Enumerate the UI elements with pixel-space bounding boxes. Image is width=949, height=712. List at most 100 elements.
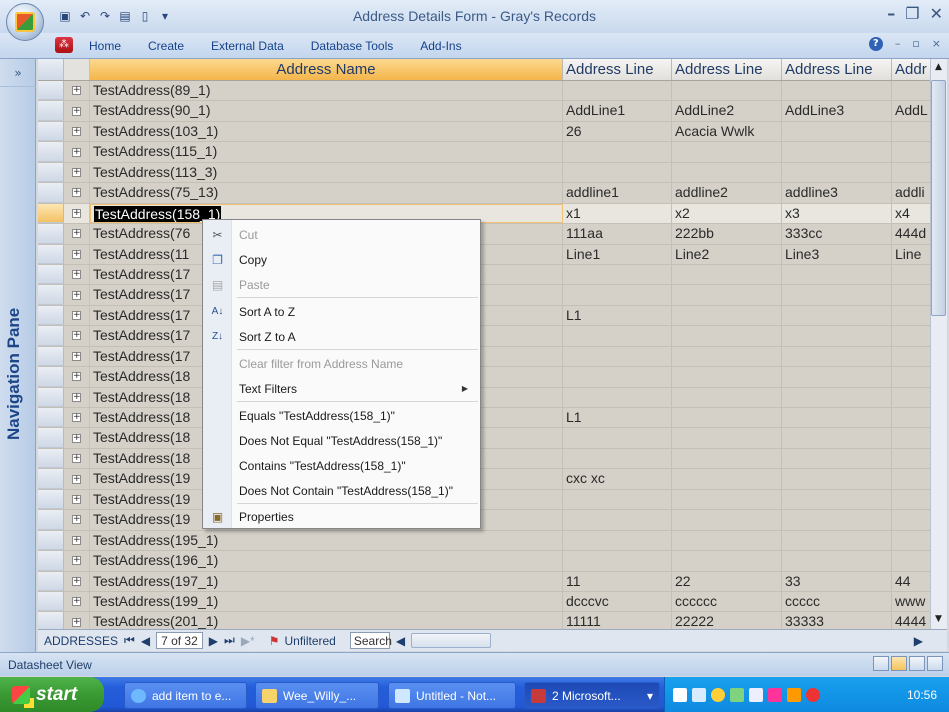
table-row[interactable]: + TestAddress(17 [38, 285, 930, 306]
form-view-icon[interactable] [873, 656, 889, 671]
table-row[interactable]: + TestAddress(17 [38, 346, 930, 368]
expand-subdatasheet-button[interactable]: + [64, 162, 90, 183]
cell-address-line-3[interactable] [782, 489, 892, 510]
record-selector[interactable] [38, 121, 64, 142]
cell-address-line-4[interactable] [892, 306, 930, 325]
cell-address-line-2[interactable] [672, 469, 782, 489]
record-selector[interactable] [38, 448, 64, 469]
expand-subdatasheet-button[interactable]: + [64, 489, 90, 510]
taskbar-item-browser[interactable]: add item to e... [124, 682, 247, 709]
record-selector[interactable] [38, 367, 64, 387]
network-tray-icon[interactable] [692, 687, 706, 702]
table-row[interactable]: + TestAddress(197_1) 11 22 33 44 [38, 571, 930, 592]
restore-icon[interactable]: ❐ [905, 4, 919, 23]
new-record-icon[interactable]: ▶* [241, 634, 255, 648]
menu-item-cut[interactable]: ✂ Cut [203, 222, 480, 247]
cell-address-line-1[interactable]: addline1 [563, 183, 672, 203]
cell-address-line-1[interactable] [563, 428, 672, 448]
expand-subdatasheet-button[interactable]: + [64, 408, 90, 428]
cell-address-line-2[interactable] [672, 142, 782, 162]
table-row[interactable]: + TestAddress(115_1) [38, 142, 930, 163]
cell-address-line-3[interactable] [782, 510, 892, 530]
cell-address-line-2[interactable] [672, 530, 782, 551]
cell-address-line-4[interactable] [892, 285, 930, 304]
record-selector[interactable] [38, 428, 64, 448]
column-header-address-name[interactable]: Address Name [90, 59, 563, 80]
table-row[interactable]: + TestAddress(17 [38, 326, 930, 347]
table-row[interactable]: + TestAddress(113_3) [38, 162, 930, 184]
cell-address-line-3[interactable] [782, 81, 892, 101]
record-selector[interactable] [38, 162, 64, 183]
cell-address-line-1[interactable] [563, 510, 672, 530]
record-selector[interactable] [38, 285, 64, 305]
cell-address-line-4[interactable] [892, 265, 930, 284]
column-header-address-line-3[interactable]: Address Line [782, 59, 892, 80]
cell-address-line-3[interactable]: ccccc [782, 591, 892, 612]
expand-subdatasheet-button[interactable]: + [64, 510, 90, 530]
table-row[interactable]: + TestAddress(195_1) [38, 530, 930, 552]
cell-address-line-2[interactable] [672, 81, 782, 101]
last-record-icon[interactable]: ⏭ [224, 633, 235, 648]
cell-address-line-3[interactable] [782, 285, 892, 305]
record-selector[interactable] [38, 244, 64, 264]
expand-subdatasheet-button[interactable]: + [64, 571, 90, 591]
cell-address-line-1[interactable] [563, 81, 672, 101]
menu-item-clear-filter[interactable]: Clear filter from Address Name [203, 351, 480, 376]
cell-address-line-2[interactable] [672, 428, 782, 448]
ribbon-restore-icon[interactable]: ▫ [912, 37, 919, 51]
record-selector[interactable] [38, 489, 64, 510]
tab-add-ins[interactable]: Add-Ins [420, 39, 461, 53]
first-record-icon[interactable]: ⏮ [124, 633, 135, 648]
cell-address-name[interactable]: TestAddress(89_1) [90, 81, 563, 101]
cell-address-name[interactable]: TestAddress(196_1) [90, 551, 563, 571]
record-selector[interactable] [38, 203, 64, 224]
expand-subdatasheet-button[interactable]: + [64, 469, 90, 489]
cell-address-line-4[interactable]: 444d [892, 224, 930, 243]
cell-address-line-1[interactable] [563, 264, 672, 285]
table-row[interactable]: + TestAddress(103_1) 26 Acacia Wwlk [38, 121, 930, 143]
nav-pane-expand-button[interactable]: » [0, 59, 36, 87]
record-selector[interactable] [38, 224, 64, 244]
cell-address-line-2[interactable] [672, 387, 782, 407]
expand-subdatasheet-button[interactable]: + [64, 183, 90, 203]
cell-address-line-1[interactable] [563, 285, 672, 305]
cell-address-line-2[interactable] [672, 326, 782, 346]
menu-item-paste[interactable]: ▤ Paste [203, 272, 480, 297]
cell-address-line-4[interactable] [892, 469, 930, 488]
cell-address-line-1[interactable] [563, 142, 672, 162]
cell-address-line-2[interactable]: AddLine2 [672, 101, 782, 121]
record-selector[interactable] [38, 346, 64, 367]
record-selector[interactable] [38, 551, 64, 571]
ribbon-close-icon[interactable]: × [932, 37, 941, 51]
cell-address-line-2[interactable]: x2 [672, 203, 782, 224]
menu-item-text-filters[interactable]: Text Filters ▶ [203, 376, 480, 401]
tab-database-tools[interactable]: Database Tools [311, 39, 394, 53]
tab-create[interactable]: Create [148, 39, 184, 53]
tab-home[interactable]: Home [89, 39, 121, 53]
current-record-field[interactable]: 7 of 32 [156, 632, 203, 649]
cell-address-line-3[interactable] [782, 121, 892, 142]
expand-subdatasheet-button[interactable]: + [64, 81, 90, 101]
cell-address-line-1[interactable]: L1 [563, 408, 672, 428]
tab-external-data[interactable]: External Data [211, 39, 284, 53]
cell-address-line-4[interactable] [892, 81, 930, 100]
cell-address-line-1[interactable] [563, 346, 672, 367]
table-row[interactable]: + TestAddress(18 [38, 428, 930, 449]
cell-address-line-2[interactable] [672, 162, 782, 183]
cell-address-line-3[interactable] [782, 264, 892, 285]
cell-address-line-3[interactable] [782, 530, 892, 551]
column-header-address-line-2[interactable]: Address Line [672, 59, 782, 80]
cell-address-line-3[interactable] [782, 551, 892, 571]
cell-address-line-3[interactable] [782, 367, 892, 387]
expand-subdatasheet-button[interactable]: + [64, 448, 90, 469]
record-selector[interactable] [38, 571, 64, 591]
record-selector[interactable] [38, 387, 64, 407]
minimize-icon[interactable]: – [887, 4, 895, 23]
cell-address-line-3[interactable] [782, 162, 892, 183]
cell-address-line-2[interactable] [672, 448, 782, 469]
menu-item-does-not-equal[interactable]: Does Not Equal "TestAddress(158_1)" [203, 428, 480, 453]
help-tray-icon[interactable] [673, 687, 687, 702]
column-header-address-line-1[interactable]: Address Line [563, 59, 672, 80]
table-row[interactable]: + TestAddress(19 cxc xc [38, 469, 930, 490]
cell-address-line-4[interactable]: 44 [892, 572, 930, 591]
